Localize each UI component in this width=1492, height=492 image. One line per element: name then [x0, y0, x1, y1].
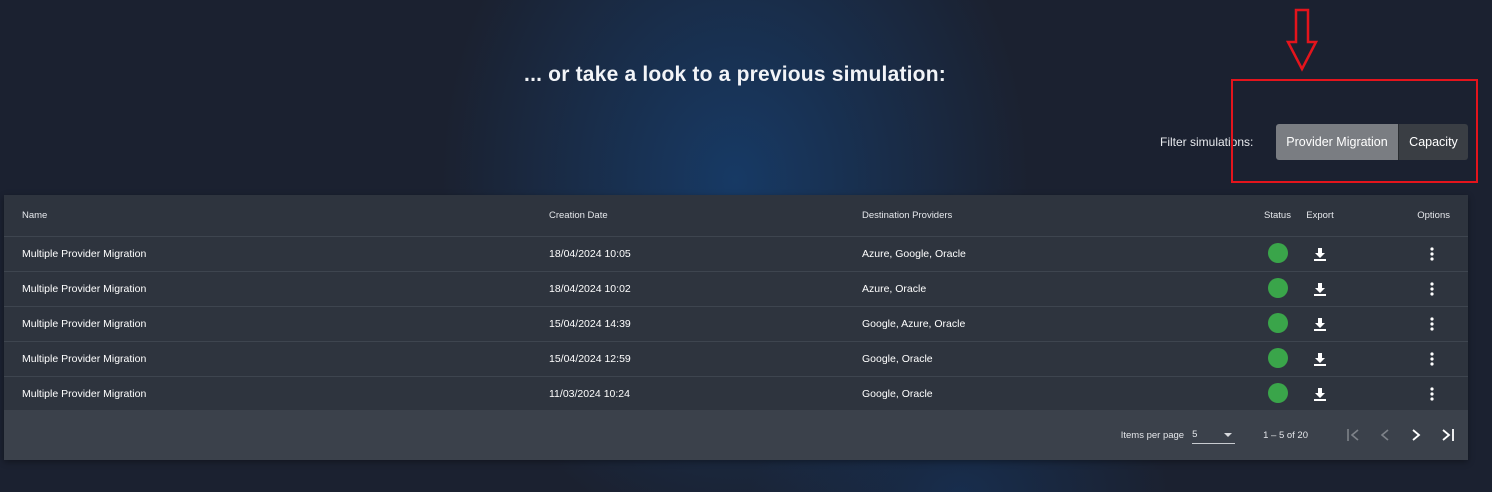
options-menu-button[interactable] — [1340, 341, 1468, 377]
simulations-table: Name Creation Date Destination Providers… — [4, 195, 1468, 412]
cell-status — [1255, 236, 1300, 272]
items-per-page-select[interactable]: 5 — [1192, 427, 1236, 444]
table-row[interactable]: Multiple Provider Migration 18/04/2024 1… — [4, 236, 1468, 272]
more-vert-icon — [1429, 282, 1434, 296]
status-indicator — [1267, 242, 1288, 263]
table-row[interactable]: Multiple Provider Migration 11/03/2024 1… — [4, 376, 1468, 412]
more-vert-icon — [1429, 387, 1434, 401]
table-row[interactable]: Multiple Provider Migration 18/04/2024 1… — [4, 271, 1468, 307]
cell-creation-date: 15/04/2024 14:39 — [549, 306, 862, 342]
filter-toggle-group: Provider Migration Capacity — [1276, 124, 1468, 160]
cell-creation-date: 15/04/2024 12:59 — [549, 341, 862, 377]
cell-name: Multiple Provider Migration — [4, 306, 549, 342]
column-header-destination-providers[interactable]: Destination Providers — [862, 195, 1255, 237]
cell-destination-providers: Google, Oracle — [862, 376, 1255, 412]
download-icon — [1314, 317, 1326, 331]
table-footer: Items per page 5 1 – 5 of 20 — [4, 410, 1468, 460]
more-vert-icon — [1429, 352, 1434, 366]
status-indicator — [1267, 382, 1288, 403]
download-icon — [1314, 352, 1326, 366]
export-button[interactable] — [1300, 306, 1340, 342]
column-header-options: Options — [1340, 195, 1468, 237]
export-button[interactable] — [1300, 376, 1340, 412]
items-per-page-label: Items per page — [1120, 429, 1185, 441]
cell-status — [1255, 306, 1300, 342]
cell-status — [1255, 271, 1300, 307]
options-menu-button[interactable] — [1340, 376, 1468, 412]
status-indicator — [1267, 347, 1288, 368]
status-indicator — [1267, 277, 1288, 298]
cell-creation-date: 18/04/2024 10:02 — [549, 271, 862, 307]
items-per-page-value: 5 — [1192, 429, 1198, 440]
options-menu-button[interactable] — [1340, 271, 1468, 307]
filter-label: Filter simulations: — [1160, 135, 1254, 149]
filter-provider-migration-button[interactable]: Provider Migration — [1276, 124, 1398, 160]
more-vert-icon — [1429, 247, 1434, 261]
simulations-table-card: Name Creation Date Destination Providers… — [4, 195, 1468, 460]
column-header-export: Export — [1300, 195, 1340, 237]
cell-destination-providers: Azure, Oracle — [862, 271, 1255, 307]
column-header-creation-date[interactable]: Creation Date — [549, 195, 862, 237]
next-page-button[interactable] — [1400, 420, 1431, 450]
chevron-left-icon — [1380, 429, 1389, 441]
previous-page-button[interactable] — [1369, 420, 1400, 450]
cell-name: Multiple Provider Migration — [4, 376, 549, 412]
more-vert-icon — [1429, 317, 1434, 331]
chevron-right-icon — [1411, 429, 1420, 441]
options-menu-button[interactable] — [1340, 306, 1468, 342]
page-title: ... or take a look to a previous simulat… — [524, 63, 946, 86]
cell-status — [1255, 376, 1300, 412]
export-button[interactable] — [1300, 271, 1340, 307]
first-page-button[interactable] — [1338, 420, 1369, 450]
paginator: Items per page 5 1 – 5 of 20 — [1121, 410, 1468, 460]
export-button[interactable] — [1300, 341, 1340, 377]
download-icon — [1314, 387, 1326, 401]
cell-destination-providers: Azure, Google, Oracle — [862, 236, 1255, 272]
table-row[interactable]: Multiple Provider Migration 15/04/2024 1… — [4, 306, 1468, 342]
cell-status — [1255, 341, 1300, 377]
last-page-icon — [1441, 429, 1454, 441]
download-icon — [1314, 282, 1326, 296]
cell-name: Multiple Provider Migration — [4, 271, 549, 307]
dropdown-caret-icon — [1224, 432, 1233, 437]
download-icon — [1314, 247, 1326, 261]
export-button[interactable] — [1300, 236, 1340, 272]
cell-destination-providers: Google, Oracle — [862, 341, 1255, 377]
cell-destination-providers: Google, Azure, Oracle — [862, 306, 1255, 342]
cell-creation-date: 18/04/2024 10:05 — [549, 236, 862, 272]
column-header-status: Status — [1255, 195, 1300, 237]
table-row[interactable]: Multiple Provider Migration 15/04/2024 1… — [4, 341, 1468, 377]
cell-creation-date: 11/03/2024 10:24 — [549, 376, 862, 412]
page-range-label: 1 – 5 of 20 — [1263, 429, 1308, 441]
cell-name: Multiple Provider Migration — [4, 236, 549, 272]
cell-name: Multiple Provider Migration — [4, 341, 549, 377]
first-page-icon — [1346, 429, 1359, 441]
status-indicator — [1267, 312, 1288, 333]
options-menu-button[interactable] — [1340, 236, 1468, 272]
table-header-row: Name Creation Date Destination Providers… — [4, 195, 1468, 237]
filter-capacity-button[interactable]: Capacity — [1398, 124, 1468, 160]
column-header-name[interactable]: Name — [4, 195, 549, 237]
last-page-button[interactable] — [1431, 420, 1462, 450]
